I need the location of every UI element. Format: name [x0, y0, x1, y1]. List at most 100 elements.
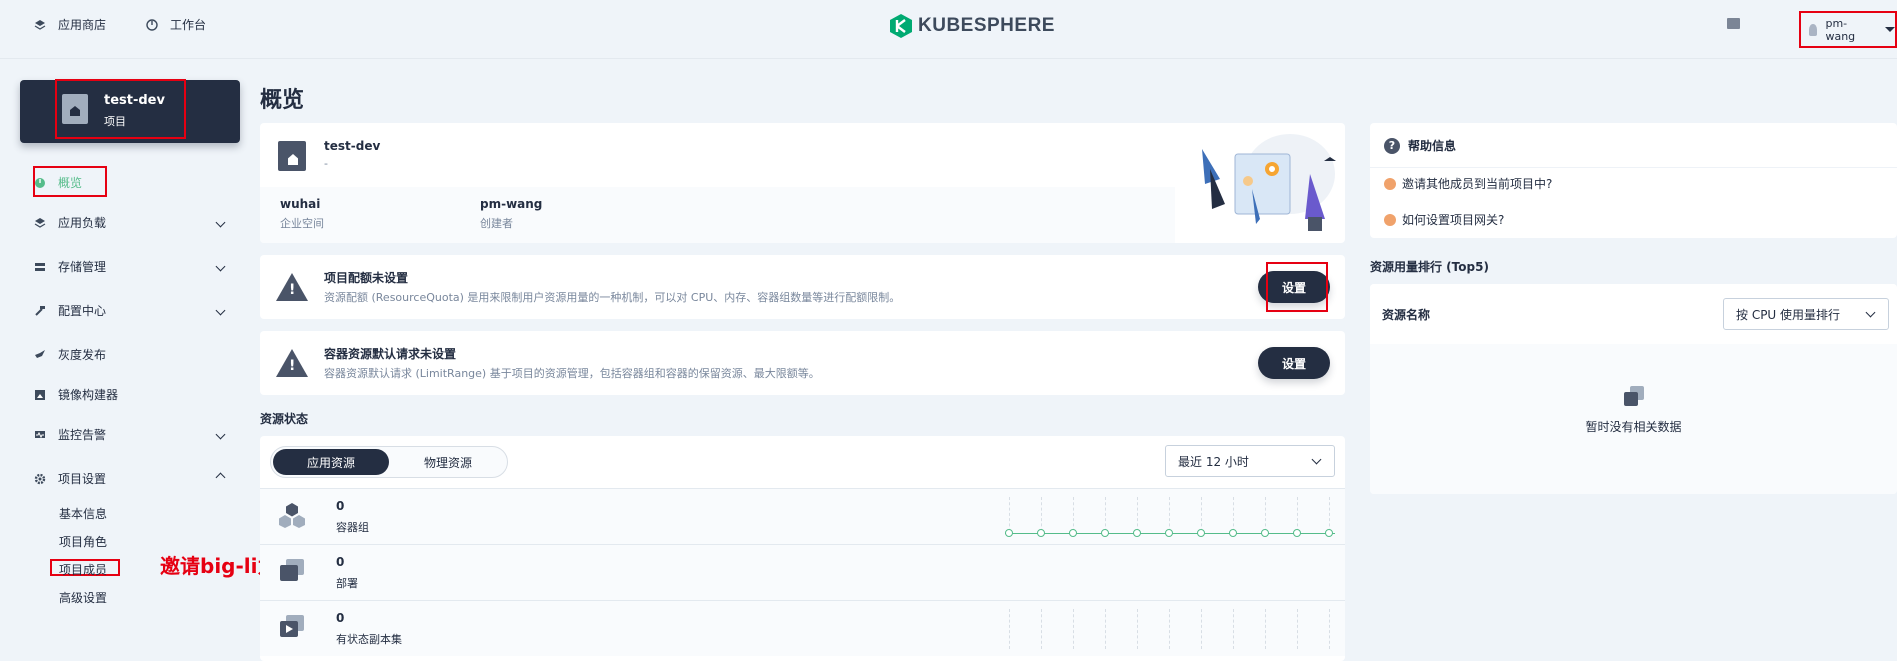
quota-alert: 项目配额未设置 资源配额 (ResourceQuota) 是用来限制用户资源用量…: [260, 255, 1345, 319]
caret-down-icon: [1885, 27, 1895, 32]
pods-count: 0: [336, 499, 345, 513]
sidebar-item-app-workloads[interactable]: 应用负载: [34, 214, 226, 231]
workspace-info: wuhai 企业空间: [280, 197, 324, 231]
quota-alert-title: 项目配额未设置: [324, 271, 409, 285]
kubesphere-logo[interactable]: KUBESPHERE: [890, 14, 1055, 38]
project-name: test-dev: [104, 93, 165, 108]
sidebar-item-label: 灰度发布: [58, 348, 107, 362]
resource-tabs: 应用资源 物理资源: [270, 446, 508, 478]
limitrange-alert-desc: 容器资源默认请求 (LimitRange) 基于项目的资源管理，包括容器组和容器…: [324, 367, 820, 380]
nav-app-store[interactable]: 应用商店: [34, 16, 106, 33]
sidebar-item-label: 镜像构建器: [58, 388, 119, 402]
monitor-icon: [35, 430, 45, 438]
workspace-value: wuhai: [280, 197, 321, 211]
sidebar-item-config-center[interactable]: 配置中心: [34, 302, 226, 319]
overview-meta-strip: [260, 187, 1175, 243]
page-title: 概览: [260, 88, 305, 113]
chevron-down-icon: [1311, 454, 1322, 465]
chevron-down-icon: [1865, 307, 1876, 318]
dashboard-icon: [146, 18, 158, 31]
time-range-value: 最近 12 小时: [1178, 454, 1249, 469]
time-range-select[interactable]: 最近 12 小时: [1165, 445, 1335, 477]
sidebar-subitem-members[interactable]: 项目成员: [59, 561, 107, 578]
help-link-invite[interactable]: 邀请其他成员到当前项目中?: [1384, 175, 1552, 192]
ranking-sort-value: 按 CPU 使用量排行: [1736, 307, 1841, 322]
limitrange-alert-title: 容器资源默认请求未设置: [324, 347, 457, 361]
layers-icon: [34, 19, 46, 30]
person-icon: [1384, 177, 1396, 190]
tab-physical-resources[interactable]: 物理资源: [393, 449, 503, 475]
storage-icon: [35, 262, 45, 271]
project-type: 项目: [104, 115, 126, 128]
sidebar-item-overview[interactable]: 概览: [34, 174, 224, 191]
sidebar-item-storage[interactable]: 存储管理: [34, 258, 226, 275]
deployments-label: 部署: [336, 577, 358, 590]
sidebar-subitem-roles[interactable]: 项目角色: [59, 533, 107, 550]
table-row[interactable]: 0 有状态副本集: [260, 600, 1345, 656]
sidebar-item-monitoring[interactable]: 监控告警: [34, 426, 226, 443]
nav-workbench-label: 工作台: [170, 18, 207, 32]
sidebar-item-label: 概览: [58, 176, 83, 190]
hammer-icon: [35, 305, 45, 316]
ranking-sort-select[interactable]: 按 CPU 使用量排行: [1723, 298, 1889, 330]
project-overview-card: test-dev - wuhai 企业空间 pm-wang 创建者: [260, 123, 1345, 243]
workspace-key: 企业空间: [280, 217, 324, 230]
deployments-count: 0: [336, 555, 345, 569]
quota-alert-desc: 资源配额 (ResourceQuota) 是用来限制用户资源用量的一种机制，可以…: [324, 291, 901, 304]
help-link-label: 如何设置项目网关?: [1402, 213, 1505, 227]
table-row[interactable]: 0 部署: [260, 544, 1345, 600]
top-bar: 应用商店 工作台 KUBESPHERE pm-wang: [0, 0, 1897, 59]
creator-key: 创建者: [480, 217, 513, 230]
creator-info: pm-wang 创建者: [480, 197, 542, 231]
sidebar-item-project-settings[interactable]: 项目设置: [34, 470, 226, 487]
help-title: 帮助信息: [1408, 139, 1457, 153]
chevron-down-icon: [215, 261, 226, 272]
overview-illustration: [1202, 134, 1336, 231]
limitrange-settings-button[interactable]: 设置: [1258, 347, 1330, 379]
user-menu[interactable]: pm-wang: [1799, 11, 1897, 48]
pods-sparkline: [1005, 497, 1335, 537]
chevron-down-icon: [215, 217, 226, 228]
sidebar-item-grayscale[interactable]: 灰度发布: [34, 346, 224, 363]
sidebar-item-label: 配置中心: [58, 304, 107, 318]
sidebar-subitem-basic-info[interactable]: 基本信息: [59, 505, 107, 522]
sidebar-item-image-builder[interactable]: 镜像构建器: [34, 386, 224, 403]
deployment-icon: [280, 559, 304, 581]
dashboard-icon: [35, 177, 45, 188]
ranking-col-name: 资源名称: [1382, 308, 1431, 322]
chevron-down-icon: [215, 305, 226, 316]
table-row[interactable]: 0 容器组: [260, 488, 1345, 544]
nav-workbench[interactable]: 工作台: [146, 16, 206, 33]
bird-icon: [35, 349, 45, 358]
image-builder-icon: [35, 389, 45, 400]
sidebar-item-label: 项目设置: [58, 472, 107, 486]
highlight-box: [1266, 262, 1328, 312]
user-avatar-icon: [1809, 23, 1818, 36]
limitrange-alert: 容器资源默认请求未设置 容器资源默认请求 (LimitRange) 基于项目的资…: [260, 331, 1345, 395]
resource-status-title: 资源状态: [260, 412, 309, 426]
sidebar-item-label: 监控告警: [58, 428, 107, 442]
project-card[interactable]: test-dev 项目: [20, 79, 240, 143]
statefulsets-label: 有状态副本集: [336, 633, 402, 646]
person-icon: [1384, 213, 1396, 226]
empty-data-icon: [1624, 386, 1644, 406]
ranking-title: 资源用量排行 (Top5): [1370, 260, 1489, 274]
pods-label: 容器组: [336, 521, 369, 534]
kubesphere-logo-icon: [890, 14, 912, 38]
resource-status-card: 应用资源 物理资源 最近 12 小时 0 容器组 0 部署 0 有状态副本集: [260, 436, 1345, 661]
divider: [1370, 167, 1897, 168]
sidebar-subitem-advanced[interactable]: 高级设置: [59, 589, 107, 606]
help-link-gateway[interactable]: 如何设置项目网关?: [1384, 211, 1504, 228]
docs-icon[interactable]: [1727, 18, 1740, 29]
pods-icon: [279, 503, 305, 528]
tab-app-resources[interactable]: 应用资源: [273, 449, 389, 475]
statefulset-icon: [280, 615, 304, 637]
nav-app-store-label: 应用商店: [58, 18, 107, 32]
help-card: ? 帮助信息 邀请其他成员到当前项目中? 如何设置项目网关?: [1370, 123, 1897, 238]
layers-icon: [34, 217, 46, 228]
logo-text: KUBESPHERE: [918, 15, 1055, 36]
ranking-card: 资源名称 按 CPU 使用量排行 暂时没有相关数据: [1370, 284, 1897, 494]
warning-icon: [276, 273, 308, 301]
username: pm-wang: [1825, 16, 1856, 43]
help-link-label: 邀请其他成员到当前项目中?: [1402, 177, 1553, 191]
